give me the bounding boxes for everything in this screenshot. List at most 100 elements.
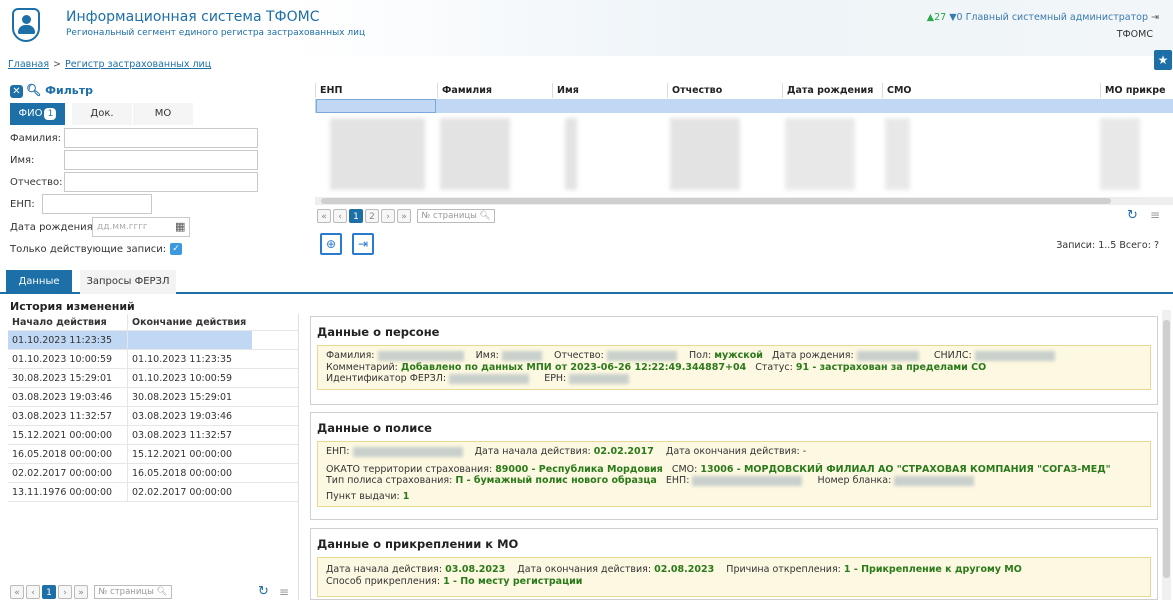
grid-header: ЕНП Фамилия Имя Отчество Дата рождения С… xyxy=(315,83,1173,98)
patronymic-input[interactable] xyxy=(64,172,258,192)
table-row[interactable]: 03.08.2023 19:03:46 30.08.2023 15:29:01 xyxy=(8,388,298,407)
attachment-section: Данные о прикреплении к МО Дата начала д… xyxy=(310,528,1158,600)
name-label: Имя: xyxy=(10,155,35,166)
col-smo[interactable]: СМО xyxy=(882,83,1100,98)
grid-cell-selected[interactable] xyxy=(316,99,436,113)
tab-fio-badge: 1 xyxy=(44,108,57,120)
col-patronymic[interactable]: Отчество xyxy=(667,83,782,98)
only-active-checkbox[interactable]: ✓ xyxy=(170,243,183,255)
table-row[interactable] xyxy=(785,118,855,190)
clear-filter-icon[interactable]: ✕ xyxy=(10,85,23,98)
logout-icon[interactable]: ⇥ xyxy=(1151,12,1159,23)
page-2-button[interactable]: 2 xyxy=(365,209,379,223)
add-record-icon[interactable]: ⊕ xyxy=(320,233,342,255)
table-row[interactable]: 30.08.2023 15:29:01 01.10.2023 10:00:59 xyxy=(8,369,298,388)
favorites-star-icon[interactable]: ★ xyxy=(1154,50,1172,70)
person-section-title: Данные о персоне xyxy=(317,325,440,339)
table-row[interactable]: 01.10.2023 10:00:59 01.10.2023 11:23:35 xyxy=(8,350,298,369)
notifications-down-count[interactable]: ▼0 xyxy=(949,12,962,23)
history-col-end[interactable]: Окончание действия xyxy=(128,314,252,330)
tab-doc[interactable]: Док. xyxy=(72,103,132,125)
page-1-button[interactable]: 1 xyxy=(349,209,363,223)
grid-refresh-icon[interactable]: ↻ xyxy=(1127,208,1138,223)
next-page-button[interactable]: › xyxy=(381,209,395,223)
history-title: История изменений xyxy=(10,300,135,313)
person-status: 91 - застрахован за пределами СО xyxy=(795,361,987,373)
history-last-page-button[interactable]: » xyxy=(74,585,88,599)
records-count: Записи: 1..5 Всего: ? xyxy=(1056,240,1159,251)
enp-input[interactable] xyxy=(42,194,152,214)
person-comment: Добавлено по данных МПИ от 2023-06-26 12… xyxy=(400,361,747,373)
surname-input[interactable] xyxy=(64,128,258,148)
last-page-button[interactable]: » xyxy=(397,209,411,223)
surname-label: Фамилия: xyxy=(10,133,62,144)
col-birthdate[interactable]: Дата рождения xyxy=(782,83,882,98)
export-icon[interactable]: ⇥ xyxy=(352,233,374,255)
name-input[interactable] xyxy=(64,150,258,170)
policy-details: ЕНП: Дата начала действия: 02.02.2017 Да… xyxy=(317,441,1151,507)
attachment-details: Дата начала действия: 03.08.2023 Дата ок… xyxy=(317,557,1151,597)
tab-fio[interactable]: ФИО 1 xyxy=(10,103,65,125)
table-row[interactable] xyxy=(440,118,510,190)
history-prev-page-button[interactable]: ‹ xyxy=(26,585,40,599)
tab-ferzl-requests[interactable]: Запросы ФЕРЗЛ xyxy=(80,270,176,294)
history-table: Начало действия Окончание действия 01.10… xyxy=(8,314,299,600)
enp-label: ЕНП: xyxy=(10,199,35,210)
prev-page-button[interactable]: ‹ xyxy=(333,209,347,223)
history-menu-icon[interactable]: ≡ xyxy=(279,585,289,599)
birthdate-label: Дата рождения: xyxy=(10,222,97,233)
col-name[interactable]: Имя xyxy=(552,83,667,98)
tab-mo[interactable]: МО xyxy=(133,103,193,125)
table-row[interactable] xyxy=(670,118,740,190)
policy-section-title: Данные о полисе xyxy=(317,421,432,435)
filter-title: Фильтр xyxy=(45,84,93,97)
attachment-section-title: Данные о прикреплении к МО xyxy=(317,537,519,551)
col-surname[interactable]: Фамилия xyxy=(437,83,552,98)
person-sex: мужской xyxy=(714,350,763,361)
table-row[interactable]: 16.05.2018 00:00:00 15.12.2021 00:00:00 xyxy=(8,445,298,464)
app-title: Информационная система ТФОМС xyxy=(66,9,320,25)
app-logo-icon xyxy=(12,8,40,42)
search-icon: 🔍︎ xyxy=(26,83,42,97)
history-pager: «‹ 1 ›» № страницы 🔍︎ xyxy=(10,585,173,599)
grid-horizontal-scrollbar[interactable] xyxy=(315,197,1173,205)
table-row[interactable]: 02.02.2017 00:00:00 16.05.2018 00:00:00 xyxy=(8,464,298,483)
table-row[interactable] xyxy=(885,118,910,190)
details-vertical-scrollbar[interactable] xyxy=(1162,310,1171,600)
history-header-row: Начало действия Окончание действия xyxy=(8,314,298,331)
history-refresh-icon[interactable]: ↻ xyxy=(258,584,269,599)
table-row[interactable]: 15.12.2021 00:00:00 03.08.2023 11:32:57 xyxy=(8,426,298,445)
table-row[interactable]: 03.08.2023 11:32:57 03.08.2023 19:03:46 xyxy=(8,407,298,426)
grid-menu-icon[interactable]: ≡ xyxy=(1150,208,1160,222)
first-page-button[interactable]: « xyxy=(317,209,331,223)
history-page-1-button[interactable]: 1 xyxy=(42,585,56,599)
person-section: Данные о персоне Фамилия: Имя: Отчество:… xyxy=(310,316,1158,405)
user-role[interactable]: Главный системный администратор xyxy=(966,12,1148,23)
notifications-up-count[interactable]: ▲27 xyxy=(927,12,946,23)
table-row[interactable] xyxy=(565,118,577,190)
table-row[interactable] xyxy=(330,118,425,190)
policy-section: Данные о полисе ЕНП: Дата начала действи… xyxy=(310,412,1158,520)
breadcrumb: Главная > Регистр застрахованных лиц xyxy=(8,59,212,70)
calendar-icon[interactable]: ▦ xyxy=(175,220,185,233)
breadcrumb-home-link[interactable]: Главная xyxy=(8,59,49,70)
only-active-label[interactable]: Только действующие записи: ✓ xyxy=(10,243,183,255)
breadcrumb-current-link[interactable]: Регистр застрахованных лиц xyxy=(65,59,211,70)
history-col-start[interactable]: Начало действия xyxy=(8,314,128,330)
user-bar[interactable]: ▲27 ▼0 Главный системный администратор ⇥ xyxy=(927,12,1159,23)
app-subtitle: Региональный сегмент единого регистра за… xyxy=(66,28,366,38)
history-page-number-input[interactable]: № страницы 🔍︎ xyxy=(93,585,173,599)
tab-data[interactable]: Данные xyxy=(6,270,72,294)
history-next-page-button[interactable]: › xyxy=(58,585,72,599)
table-row[interactable]: 01.10.2023 11:23:35 xyxy=(8,331,298,350)
col-mo[interactable]: МО прикре xyxy=(1100,83,1173,98)
table-row[interactable]: 13.11.1976 00:00:00 02.02.2017 00:00:00 xyxy=(8,483,298,502)
col-enp[interactable]: ЕНП xyxy=(315,83,437,98)
history-first-page-button[interactable]: « xyxy=(10,585,24,599)
patronymic-label: Отчество: xyxy=(10,177,63,188)
person-details: Фамилия: Имя: Отчество: Пол: мужской Дат… xyxy=(317,345,1151,390)
page-number-input[interactable]: № страницы 🔍︎ xyxy=(416,209,496,223)
table-row[interactable] xyxy=(1100,118,1140,190)
filter-header[interactable]: ✕ 🔍︎ Фильтр xyxy=(10,83,93,98)
grid-row-selected[interactable] xyxy=(315,99,1173,113)
